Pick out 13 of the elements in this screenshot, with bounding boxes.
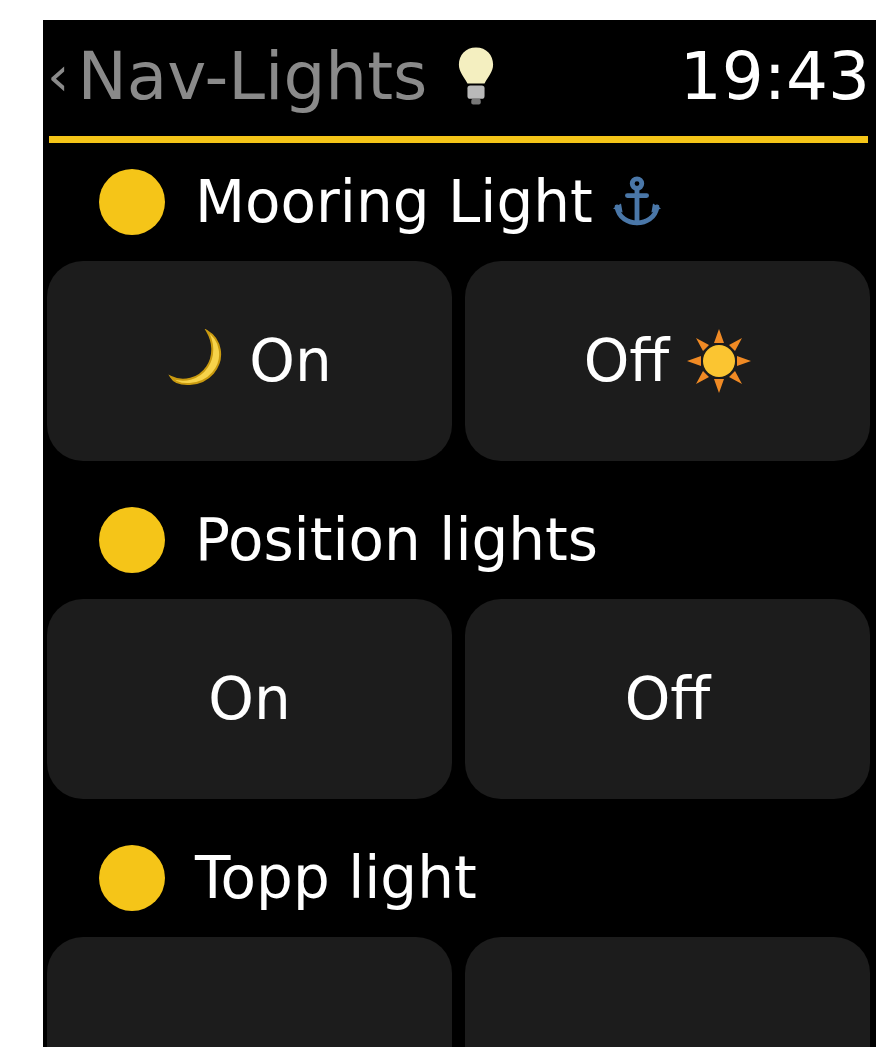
off-button[interactable]: Off <box>465 261 870 461</box>
on-button[interactable]: On <box>47 261 452 461</box>
light-name: Position lights <box>195 506 599 574</box>
back-button[interactable]: ‹ <box>47 48 78 104</box>
light-name: Mooring Light <box>195 168 593 236</box>
anchor-icon <box>612 176 661 228</box>
clock-time: 19:43 <box>679 37 870 115</box>
sun-icon <box>687 329 752 393</box>
off-button[interactable]: Off <box>465 599 870 799</box>
on-button[interactable]: On <box>47 599 452 799</box>
screen-title: Nav-Lights <box>77 37 428 115</box>
light-bulb-icon <box>457 45 496 107</box>
light-name: Topp light <box>195 844 477 912</box>
